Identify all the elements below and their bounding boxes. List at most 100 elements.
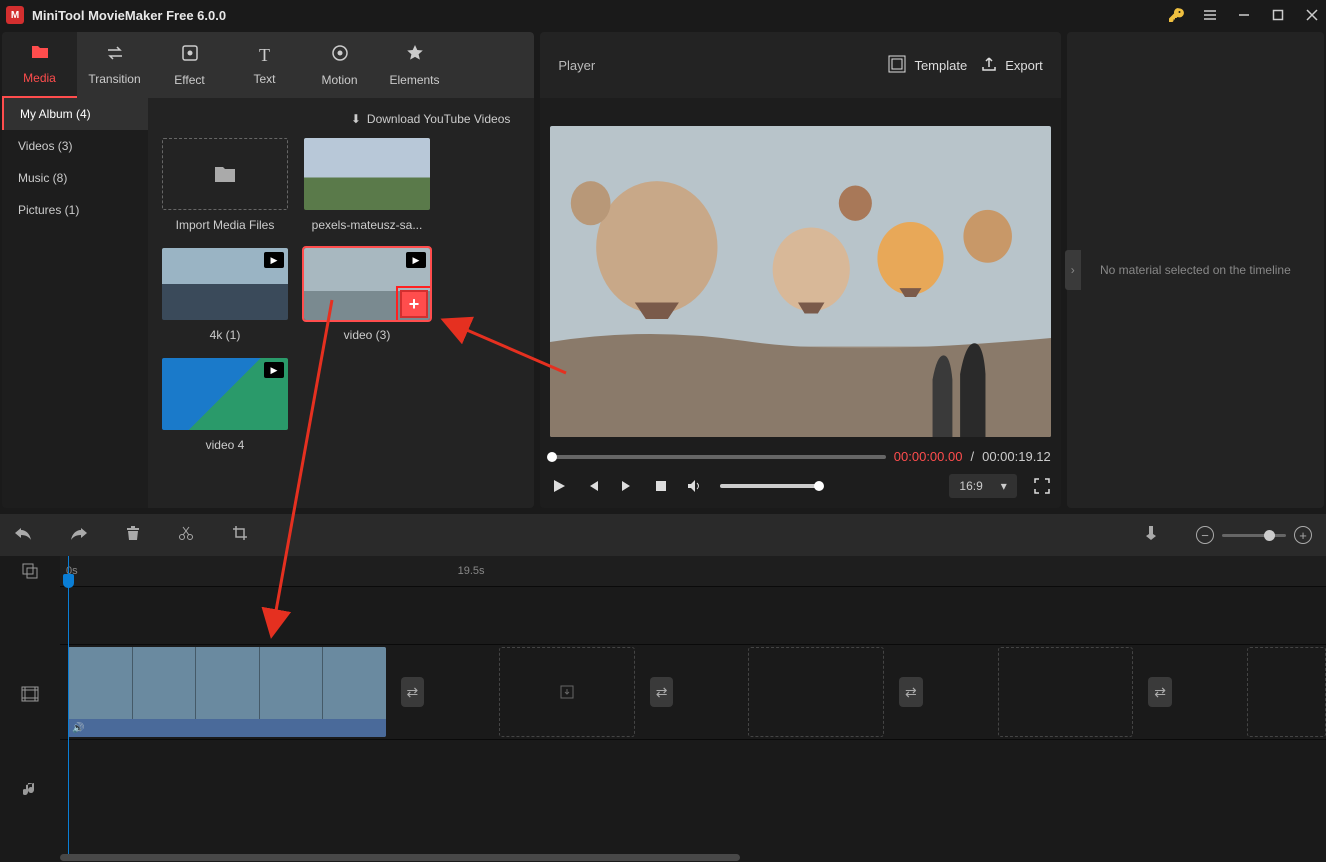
folder-icon xyxy=(30,44,50,65)
zoom-control: − + xyxy=(1196,526,1312,544)
transition-slot[interactable]: ⇄ xyxy=(650,677,674,707)
import-thumb[interactable] xyxy=(162,138,288,210)
sidebar-item-album[interactable]: My Album (4) xyxy=(2,98,148,130)
template-button[interactable]: Template xyxy=(888,55,967,76)
app-title: MiniTool MovieMaker Free 6.0.0 xyxy=(32,8,1168,23)
empty-clip-slot[interactable] xyxy=(998,647,1134,737)
undo-button[interactable] xyxy=(14,525,32,546)
duration: 00:00:19.12 xyxy=(982,449,1051,464)
download-slot-icon xyxy=(559,684,575,700)
aspect-ratio-select[interactable]: 16:9 ▾ xyxy=(949,474,1016,498)
tab-effect[interactable]: Effect xyxy=(152,32,227,98)
app-logo-icon: M xyxy=(6,6,24,24)
player-label: Player xyxy=(558,58,874,73)
download-youtube-link[interactable]: ⬇Download YouTube Videos xyxy=(162,108,520,138)
sidebar-item-videos[interactable]: Videos (3) xyxy=(2,130,148,162)
horizontal-scrollbar[interactable] xyxy=(60,854,1326,862)
tab-text[interactable]: T Text xyxy=(227,32,302,98)
tab-motion[interactable]: Motion xyxy=(302,32,377,98)
playhead[interactable] xyxy=(68,556,69,854)
video-badge-icon: ▶ xyxy=(264,252,284,268)
player-panel: Player Template Export xyxy=(540,32,1060,508)
minimize-icon[interactable] xyxy=(1236,7,1252,23)
maximize-icon[interactable] xyxy=(1270,7,1286,23)
overlay-track[interactable] xyxy=(60,586,1326,644)
media-item[interactable]: pexels-mateusz-sa... xyxy=(304,138,430,232)
timeline: 0s 19.5s 🔊 ⇄ ⇄ ⇄ ⇄ xyxy=(0,556,1326,854)
sidebar-item-pictures[interactable]: Pictures (1) xyxy=(2,194,148,226)
tab-media[interactable]: Media xyxy=(2,32,77,98)
zoom-slider[interactable] xyxy=(1222,534,1286,537)
media-thumb[interactable]: ▶ xyxy=(162,248,288,320)
motion-icon xyxy=(331,44,349,67)
key-icon[interactable] xyxy=(1168,7,1184,23)
chevron-down-icon: ▾ xyxy=(1001,479,1007,493)
import-media-item[interactable]: Import Media Files xyxy=(162,138,288,232)
empty-clip-slot[interactable] xyxy=(748,647,884,737)
progress-slider[interactable] xyxy=(550,455,885,459)
empty-clip-slot[interactable] xyxy=(499,647,635,737)
add-to-timeline-button[interactable]: + xyxy=(400,290,428,318)
video-track-icon[interactable] xyxy=(0,646,60,741)
sparkle-icon xyxy=(181,44,199,67)
transition-slot[interactable]: ⇄ xyxy=(899,677,923,707)
media-item[interactable]: ▶ 4k (1) xyxy=(162,248,288,342)
stop-button[interactable] xyxy=(652,477,670,495)
menu-icon[interactable] xyxy=(1202,7,1218,23)
timeline-tracks[interactable]: 0s 19.5s 🔊 ⇄ ⇄ ⇄ ⇄ xyxy=(60,556,1326,854)
export-icon xyxy=(981,56,997,75)
star-icon xyxy=(406,44,424,67)
redo-button[interactable] xyxy=(70,525,88,546)
empty-clip-slot[interactable] xyxy=(1247,647,1326,737)
timeline-toolbar: − + xyxy=(0,514,1326,556)
tab-transition[interactable]: Transition xyxy=(77,32,152,98)
key-icon-svg xyxy=(1168,7,1184,23)
media-thumb-selected[interactable]: ▶ + xyxy=(304,248,430,320)
progress-bar-row: 00:00:00.00 / 00:00:19.12 xyxy=(550,449,1050,464)
prev-frame-button[interactable] xyxy=(584,477,602,495)
media-sidebar: My Album (4) Videos (3) Music (8) Pictur… xyxy=(2,98,148,508)
collapse-panel-button[interactable]: › xyxy=(1065,250,1081,290)
video-badge-icon: ▶ xyxy=(264,362,284,378)
tab-elements[interactable]: Elements xyxy=(377,32,452,98)
play-button[interactable] xyxy=(550,477,568,495)
current-time: 00:00:00.00 xyxy=(894,449,963,464)
media-item[interactable]: ▶ video 4 xyxy=(162,358,288,452)
download-icon: ⬇ xyxy=(351,112,361,126)
media-library: ⬇Download YouTube Videos Import Media Fi… xyxy=(148,98,534,508)
zoom-out-button[interactable]: − xyxy=(1196,526,1214,544)
template-icon xyxy=(888,55,906,76)
timeline-ruler[interactable]: 0s 19.5s xyxy=(60,556,1326,586)
title-bar: M MiniTool MovieMaker Free 6.0.0 xyxy=(0,0,1326,30)
audio-track[interactable] xyxy=(60,739,1326,834)
close-icon[interactable] xyxy=(1304,7,1320,23)
split-button[interactable] xyxy=(178,525,194,546)
video-badge-icon: ▶ xyxy=(406,252,426,268)
properties-panel: › No material selected on the timeline xyxy=(1067,32,1324,508)
next-frame-button[interactable] xyxy=(618,477,636,495)
folder-open-icon xyxy=(213,164,237,184)
transition-slot[interactable]: ⇄ xyxy=(1148,677,1172,707)
crop-button[interactable] xyxy=(232,525,248,546)
layers-icon[interactable] xyxy=(0,556,60,586)
clip-audio-icon: 🔊 xyxy=(68,719,386,737)
video-track[interactable]: 🔊 ⇄ ⇄ ⇄ ⇄ xyxy=(60,644,1326,739)
transition-slot[interactable]: ⇄ xyxy=(401,677,425,707)
sidebar-item-music[interactable]: Music (8) xyxy=(2,162,148,194)
volume-icon[interactable] xyxy=(686,477,704,495)
volume-slider[interactable] xyxy=(720,484,820,488)
media-item-selected[interactable]: ▶ + video (3) xyxy=(304,248,430,342)
zoom-in-button[interactable]: + xyxy=(1294,526,1312,544)
video-clip[interactable]: 🔊 xyxy=(68,647,386,737)
fullscreen-button[interactable] xyxy=(1033,477,1051,495)
empty-state-text: No material selected on the timeline xyxy=(1100,263,1291,277)
snap-button[interactable] xyxy=(1144,525,1158,546)
export-button[interactable]: Export xyxy=(981,56,1043,75)
media-thumb[interactable]: ▶ xyxy=(162,358,288,430)
audio-track-icon[interactable] xyxy=(0,741,60,836)
swap-icon xyxy=(105,45,125,66)
media-thumb[interactable] xyxy=(304,138,430,210)
video-preview[interactable] xyxy=(550,126,1050,437)
delete-button[interactable] xyxy=(126,525,140,546)
media-panel: Media Transition Effect T Text xyxy=(2,32,534,508)
